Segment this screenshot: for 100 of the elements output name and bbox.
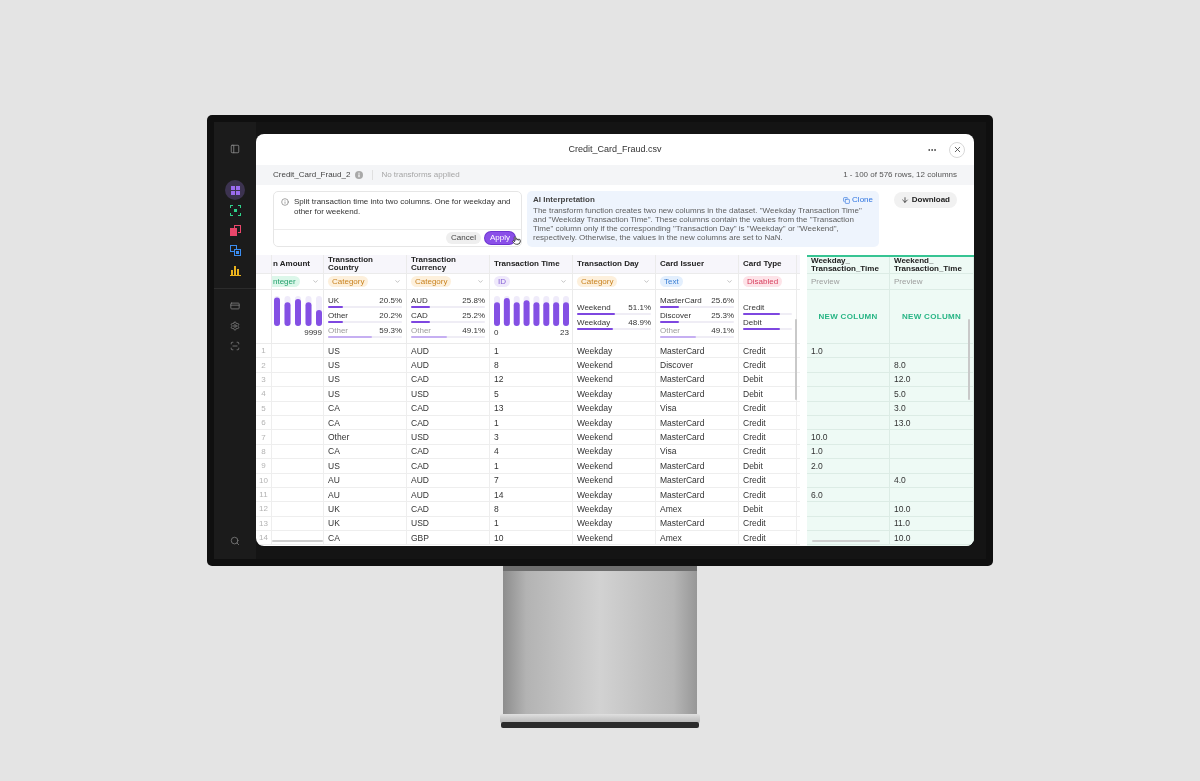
table-cell: Credit	[743, 403, 766, 414]
type-badge[interactable]: Disabled	[743, 276, 783, 287]
table-cell: US	[328, 345, 340, 356]
table-cell: Credit	[743, 489, 766, 500]
table-cell: USD	[411, 518, 429, 529]
stat-label: Credit	[743, 303, 765, 312]
row-number: 8	[261, 446, 266, 456]
vertical-scrollbar[interactable]	[968, 319, 970, 400]
column-header[interactable]: n Amount	[273, 259, 311, 269]
table-cell: US	[328, 460, 340, 471]
stat-value: 49.1%	[711, 325, 734, 335]
scan-icon[interactable]	[230, 341, 240, 351]
table-cell: AUD	[411, 360, 429, 371]
new-column-label: NEW COLUMN	[901, 310, 962, 323]
stat-value: 48.9%	[628, 318, 651, 327]
table-cell: CA	[328, 403, 340, 414]
copy-icon	[843, 196, 851, 204]
stat-label: CAD	[411, 310, 428, 320]
table-cell: CA	[328, 417, 340, 428]
table-cell: Weekend	[577, 475, 613, 486]
stat-label: Weekday	[577, 318, 611, 327]
table-cell: UK	[328, 518, 340, 529]
table-cell: 10.0	[894, 504, 911, 514]
arrow-down-icon	[900, 196, 909, 204]
close-button[interactable]	[949, 141, 965, 158]
row-number: 12	[259, 504, 268, 514]
table-cell: 5	[494, 388, 499, 399]
search-icon[interactable]	[230, 536, 240, 546]
table-cell: 1	[494, 460, 499, 471]
column-header[interactable]: Transaction Currency	[411, 255, 485, 273]
table-cell: MasterCard	[660, 475, 705, 486]
table-cell: AUD	[411, 475, 429, 486]
table-cell: Weekday	[577, 504, 613, 514]
axis-label: 0	[494, 328, 499, 337]
chevron-down-icon[interactable]	[312, 278, 319, 285]
vertical-scrollbar[interactable]	[795, 319, 797, 400]
table-cell: 11.0	[894, 518, 910, 529]
table-cell: Weekday	[577, 446, 613, 457]
table-cell: Debit	[743, 388, 763, 399]
table-cell: MasterCard	[660, 374, 705, 385]
download-button[interactable]: Download	[893, 192, 957, 208]
chevron-down-icon[interactable]	[643, 278, 650, 285]
table-cell: Visa	[660, 403, 677, 414]
table-cell: 10.0	[811, 432, 828, 443]
preview-label: Preview	[894, 275, 923, 288]
table-cell: CAD	[411, 504, 429, 514]
table-cell: Credit	[743, 475, 766, 486]
table-cell: 10.0	[894, 532, 911, 543]
table-cell: Credit	[743, 446, 766, 457]
horizontal-scrollbar[interactable]	[272, 540, 323, 542]
table-cell: USD	[411, 432, 429, 443]
horizontal-scrollbar[interactable]	[812, 540, 880, 542]
chevron-down-icon[interactable]	[726, 278, 733, 285]
column-header[interactable]: Card Issuer	[660, 259, 705, 269]
column-header[interactable]: Transaction Country	[328, 255, 402, 273]
stat-value: 20.5%	[379, 295, 402, 305]
chevron-down-icon[interactable]	[394, 278, 401, 285]
clone-link[interactable]: Clone	[843, 194, 873, 206]
table-cell: Visa	[660, 446, 677, 457]
table-cell: CA	[328, 446, 340, 457]
apply-button[interactable]: Apply	[485, 232, 515, 244]
axis-label: 23	[560, 328, 569, 337]
panel-toggle-icon[interactable]	[230, 144, 240, 154]
row-number: 2	[261, 360, 266, 370]
type-badge[interactable]: ID	[494, 276, 510, 287]
table-cell: 13.0	[894, 417, 911, 428]
chevron-down-icon[interactable]	[560, 278, 567, 285]
card-icon[interactable]	[230, 301, 240, 311]
stat-value: 25.8%	[462, 295, 485, 305]
table-cell: 10	[494, 532, 504, 543]
table-cell: CAD	[411, 403, 429, 414]
settings-icon[interactable]	[230, 321, 240, 331]
table-cell: Debit	[743, 504, 763, 514]
table-cell: Weekend	[577, 360, 613, 371]
ai-explanation: The transform function creates two new columns in the dataset. "Weekday Transaction Time" and "Weekday Transaction Time". These columns contain the values from the "Transaction Time" column only if the corresponding "Transaction Day" is "Weekday" or "Weekend", respectively. Otherwise, the values in the new columns are set to NaN.	[533, 206, 863, 242]
prompt-input[interactable]: Split transaction time into two columns. One for weekday and other for weekend.	[274, 192, 521, 230]
column-header[interactable]: Card Type	[743, 259, 782, 269]
column-header[interactable]: Weekday_Transaction_Time	[811, 257, 885, 273]
info-icon	[281, 198, 289, 206]
column-header[interactable]: Transaction Time	[494, 259, 560, 269]
chevron-down-icon[interactable]	[477, 278, 484, 285]
column-header[interactable]: Transaction Day	[577, 259, 639, 269]
row-number: 7	[261, 432, 266, 442]
table-cell: CAD	[411, 460, 429, 471]
cancel-button[interactable]: Cancel	[446, 232, 481, 244]
table-cell: UK	[328, 504, 340, 514]
table-cell: CAD	[411, 446, 429, 457]
stat-value: 25.3%	[711, 310, 734, 320]
info-icon[interactable]	[355, 171, 364, 179]
type-badge[interactable]: Text	[660, 276, 683, 287]
table-cell: Credit	[743, 360, 766, 371]
stat-label: Debit	[743, 318, 762, 327]
table-cell: CA	[328, 532, 340, 543]
row-number: 14	[259, 533, 268, 543]
table-cell: Weekday	[577, 345, 613, 356]
table-cell: Weekday	[577, 417, 613, 428]
stat-value: 51.1%	[628, 303, 651, 312]
stat-value: 59.3%	[379, 325, 402, 335]
column-header[interactable]: Weekend_Transaction_Time	[894, 257, 969, 273]
close-icon	[952, 145, 962, 154]
